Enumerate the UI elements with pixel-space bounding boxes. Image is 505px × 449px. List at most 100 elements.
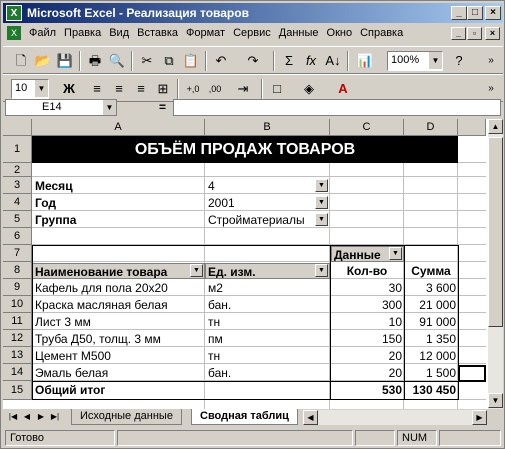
row-header-6[interactable]: 6: [3, 228, 32, 245]
maximize-button[interactable]: □: [467, 6, 483, 20]
total-sum[interactable]: 130 450: [404, 382, 458, 398]
item-sum[interactable]: 1 350: [404, 331, 458, 347]
toolbar-options-icon[interactable]: »: [481, 51, 501, 71]
cut-icon[interactable]: ✂: [137, 51, 157, 71]
menu-insert[interactable]: Вставка: [137, 27, 178, 39]
print-preview-icon[interactable]: 🔍: [107, 51, 127, 71]
font-size-select[interactable]: 10 ▼: [11, 79, 49, 99]
row-header-8[interactable]: 8: [3, 262, 32, 279]
row-header-10[interactable]: 10: [3, 296, 32, 313]
row-header-1[interactable]: 1: [3, 136, 32, 163]
align-left-icon[interactable]: ≡: [87, 79, 107, 99]
chevron-down-icon[interactable]: ▼: [315, 179, 328, 192]
item-sum[interactable]: 1 500: [404, 365, 458, 381]
chevron-down-icon[interactable]: ▼: [315, 264, 328, 277]
select-all-corner[interactable]: [3, 119, 32, 136]
filter-value-year[interactable]: 2001: [206, 195, 237, 211]
scroll-thumb[interactable]: [488, 137, 503, 327]
pivot-header-unit[interactable]: Ед. изм.: [205, 263, 330, 279]
chevron-down-icon[interactable]: ▼: [315, 196, 328, 209]
indent-icon[interactable]: ⇥: [233, 79, 253, 99]
close-button[interactable]: ×: [485, 6, 501, 20]
column-header-e[interactable]: [458, 119, 486, 136]
item-sum[interactable]: 12 000: [404, 348, 458, 364]
scroll-left-icon[interactable]: ◀: [303, 410, 318, 425]
column-header-c[interactable]: C: [330, 119, 404, 136]
row-header-14[interactable]: 14: [3, 364, 32, 381]
scroll-up-icon[interactable]: ▲: [488, 119, 503, 134]
sheet-title[interactable]: ОБЪЁМ ПРОДАЖ ТОВАРОВ: [32, 136, 458, 163]
row-header-4[interactable]: 4: [3, 194, 32, 211]
scroll-right-icon[interactable]: ▶: [472, 410, 487, 425]
item-name[interactable]: Труба Д50, толщ. 3 мм: [33, 331, 203, 347]
first-sheet-icon[interactable]: |◀: [7, 410, 19, 424]
selected-cell-e14[interactable]: [458, 365, 486, 382]
prev-sheet-icon[interactable]: ◀: [21, 410, 33, 424]
row-header-15[interactable]: 15: [3, 381, 32, 400]
item-unit[interactable]: бан.: [206, 365, 326, 381]
menu-edit[interactable]: Правка: [64, 27, 101, 39]
chart-wizard-icon[interactable]: 📊: [355, 51, 375, 71]
sheet-tab-source-data[interactable]: Исходные данные: [71, 409, 182, 425]
item-unit[interactable]: тн: [206, 314, 326, 330]
function-icon[interactable]: fx: [301, 51, 321, 71]
row-header-3[interactable]: 3: [3, 177, 32, 194]
row-header-5[interactable]: 5: [3, 211, 32, 228]
paste-icon[interactable]: 📋: [181, 51, 201, 71]
fill-color-icon[interactable]: ◈: [299, 79, 319, 99]
menu-tools[interactable]: Сервис: [233, 27, 271, 39]
merge-center-icon[interactable]: ⊞: [153, 79, 173, 99]
item-qty[interactable]: 300: [330, 297, 404, 313]
zoom-select[interactable]: 100% ▼: [387, 51, 443, 71]
menu-view[interactable]: Вид: [109, 27, 129, 39]
item-qty[interactable]: 30: [330, 280, 404, 296]
decrease-decimal-icon[interactable]: ,00: [205, 79, 225, 99]
item-qty[interactable]: 10: [330, 314, 404, 330]
row-header-11[interactable]: 11: [3, 313, 32, 330]
copy-icon[interactable]: ⧉: [159, 51, 179, 71]
vertical-scrollbar[interactable]: ▲ ▼: [488, 119, 503, 409]
chevron-down-icon[interactable]: ▼: [103, 100, 116, 115]
excel-app-icon[interactable]: X: [6, 5, 22, 21]
workbook-icon[interactable]: X: [7, 26, 21, 40]
name-box[interactable]: E14 ▼: [5, 99, 117, 116]
formula-input[interactable]: [173, 99, 501, 116]
save-icon[interactable]: 💾: [55, 51, 75, 71]
row-header-2[interactable]: 2: [3, 163, 32, 177]
column-header-a[interactable]: A: [32, 119, 205, 136]
filter-value-group[interactable]: Стройматериалы: [206, 212, 316, 228]
chevron-down-icon[interactable]: ▼: [190, 264, 203, 277]
new-file-icon[interactable]: 🗋: [11, 51, 31, 71]
doc-minimize-button[interactable]: _: [451, 27, 466, 40]
spreadsheet-grid[interactable]: A B C D 1 2 3 4 5 6 7 8 9 10 11 12 13 14 15 ОБЪЁМ ПРОД…: [3, 119, 503, 409]
chevron-down-icon[interactable]: ▼: [315, 213, 328, 226]
filter-label-group[interactable]: Группа: [33, 212, 78, 228]
menu-data[interactable]: Данные: [279, 27, 319, 39]
print-icon[interactable]: 🖶: [85, 51, 105, 71]
menu-file[interactable]: Файл: [29, 27, 56, 39]
total-qty[interactable]: 530: [330, 382, 404, 398]
undo-icon[interactable]: ↶: [211, 51, 231, 71]
item-unit[interactable]: м2: [206, 280, 326, 296]
item-qty[interactable]: 20: [330, 348, 404, 364]
chevron-down-icon[interactable]: ▼: [389, 247, 402, 260]
item-unit[interactable]: тн: [206, 348, 326, 364]
font-color-icon[interactable]: A: [333, 79, 353, 99]
item-sum[interactable]: 91 000: [404, 314, 458, 330]
align-center-icon[interactable]: ≡: [109, 79, 129, 99]
align-right-icon[interactable]: ≡: [131, 79, 151, 99]
item-name[interactable]: Краска масляная белая: [33, 297, 203, 313]
toolbar-options-icon[interactable]: »: [481, 79, 501, 99]
filter-label-year[interactable]: Год: [33, 195, 58, 211]
filter-value-month[interactable]: 4: [206, 178, 217, 194]
filter-label-month[interactable]: Месяц: [33, 178, 75, 194]
last-sheet-icon[interactable]: ▶|: [49, 410, 61, 424]
doc-close-button[interactable]: ×: [485, 27, 500, 40]
pivot-header-qty[interactable]: Кол-во: [330, 263, 404, 279]
increase-decimal-icon[interactable]: +,0: [183, 79, 203, 99]
item-sum[interactable]: 3 600: [404, 280, 458, 296]
menu-format[interactable]: Формат: [186, 27, 225, 39]
item-unit[interactable]: пм: [206, 331, 326, 347]
menu-window[interactable]: Окно: [327, 27, 353, 39]
item-qty[interactable]: 20: [330, 365, 404, 381]
